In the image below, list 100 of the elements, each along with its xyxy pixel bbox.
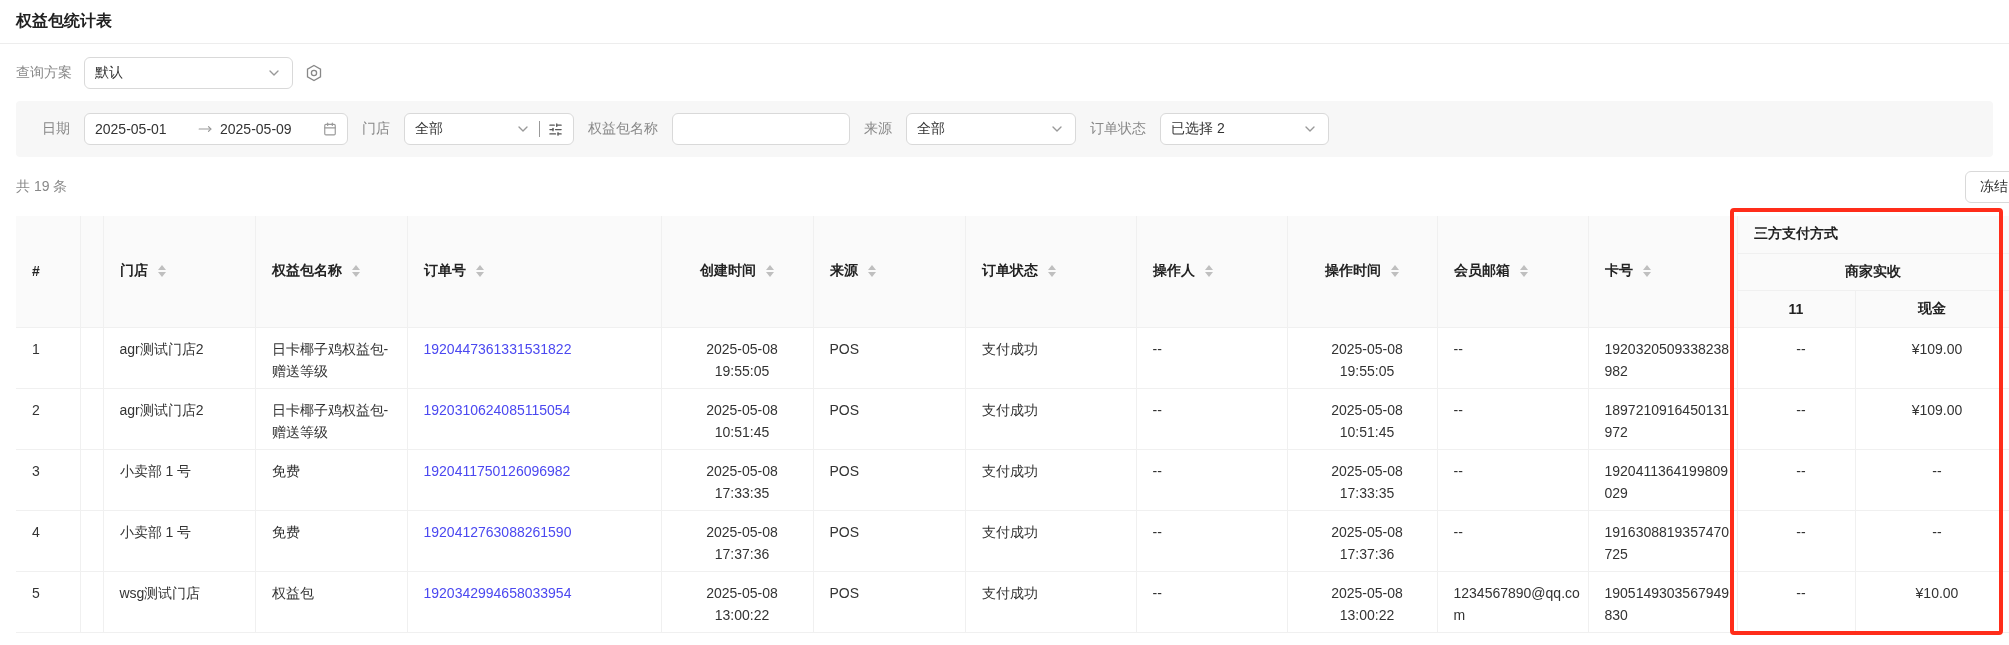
table-cell: ¥109.00 bbox=[1911, 401, 1963, 418]
table-cell: -- bbox=[1453, 401, 1463, 418]
total-count: 共 19 条 bbox=[16, 178, 68, 196]
filter-label: 权益包名称 bbox=[588, 120, 658, 138]
table-cell: -- bbox=[1453, 523, 1463, 540]
table-cell: -- bbox=[1453, 462, 1463, 479]
table-cell: -- bbox=[1932, 462, 1942, 479]
table-cell: -- bbox=[1796, 584, 1806, 601]
table-cell: 2025-05-08 17:37:36 bbox=[706, 523, 778, 562]
table-cell: agr测试门店2 bbox=[119, 401, 204, 418]
sort-icon[interactable] bbox=[351, 265, 360, 278]
column-header: 现金 bbox=[1855, 290, 2009, 327]
filter-label: 来源 bbox=[864, 120, 892, 138]
column-header: 11 bbox=[1737, 290, 1855, 327]
table-cell: 2025-05-08 19:55:05 bbox=[1331, 340, 1403, 379]
query-scheme-select[interactable]: 默认 bbox=[84, 57, 293, 89]
sort-icon[interactable] bbox=[1519, 265, 1528, 278]
column-header[interactable]: 操作时间 bbox=[1287, 216, 1437, 327]
sort-icon[interactable] bbox=[1642, 265, 1651, 278]
table-cell: 支付成功 bbox=[981, 340, 1038, 357]
table-cell: POS bbox=[829, 584, 860, 601]
column-header[interactable]: 订单状态 bbox=[965, 216, 1136, 327]
sort-icon[interactable] bbox=[766, 265, 774, 278]
table-cell: POS bbox=[829, 401, 860, 418]
column-header[interactable]: 门店 bbox=[103, 216, 255, 327]
select-field[interactable]: 全部 bbox=[906, 113, 1076, 145]
table-cell: 免费 bbox=[271, 523, 300, 540]
table-cell: 1920411364199809029 bbox=[1604, 462, 1729, 501]
table-cell: ¥109.00 bbox=[1911, 340, 1963, 357]
select-field[interactable]: 全部 bbox=[404, 113, 574, 145]
filter-label: 日期 bbox=[42, 120, 70, 138]
table-cell: 2025-05-08 10:51:45 bbox=[1331, 401, 1403, 440]
table-cell: -- bbox=[1152, 584, 1162, 601]
table-cell: 1234567890@qq.com bbox=[1453, 584, 1580, 623]
settings-icon[interactable] bbox=[305, 64, 323, 82]
table-cell: 2025-05-08 17:33:35 bbox=[706, 462, 778, 501]
table-cell: 日卡椰子鸡权益包-赠送等级 bbox=[271, 340, 389, 379]
sort-icon[interactable] bbox=[867, 265, 876, 278]
calendar-icon bbox=[323, 122, 337, 136]
freeze-button[interactable]: 冻结 bbox=[1965, 171, 2009, 203]
filter-label: 门店 bbox=[362, 120, 390, 138]
table-cell: 5 bbox=[32, 584, 40, 601]
table-cell: 支付成功 bbox=[981, 401, 1038, 418]
table-cell: 4 bbox=[32, 523, 40, 540]
table-cell: 2025-05-08 17:33:35 bbox=[1331, 462, 1403, 501]
table-cell: 2025-05-08 13:00:22 bbox=[1331, 584, 1403, 623]
order-number-link[interactable]: 1920310624085115054 bbox=[423, 401, 571, 418]
table-cell: 支付成功 bbox=[981, 584, 1038, 601]
table-cell: 小卖部 1 号 bbox=[119, 462, 192, 479]
table-cell: -- bbox=[1932, 523, 1942, 540]
table-cell: POS bbox=[829, 340, 860, 357]
column-group-header: 三方支付方式 bbox=[1737, 216, 2009, 253]
table-cell: -- bbox=[1453, 340, 1463, 357]
table-cell: 免费 bbox=[271, 462, 300, 479]
table-cell: 2025-05-08 13:00:22 bbox=[706, 584, 778, 623]
table-cell: 1 bbox=[32, 340, 40, 357]
table-cell: wsg测试门店 bbox=[119, 584, 201, 601]
table-cell: -- bbox=[1152, 340, 1162, 357]
order-number-link[interactable]: 1920342994658033954 bbox=[423, 584, 572, 601]
table-cell: 小卖部 1 号 bbox=[119, 523, 192, 540]
sort-icon[interactable] bbox=[1391, 265, 1399, 278]
table-cell: 权益包 bbox=[271, 584, 314, 601]
table-cell: -- bbox=[1152, 462, 1162, 479]
sliders-icon[interactable] bbox=[548, 121, 563, 137]
sort-icon[interactable] bbox=[1047, 265, 1056, 278]
table-cell: agr测试门店2 bbox=[119, 340, 204, 357]
table-cell: 1897210916450131972 bbox=[1604, 401, 1730, 440]
sort-icon[interactable] bbox=[1204, 265, 1213, 278]
date-range-field[interactable]: 2025-05-01 2025-05-09 bbox=[84, 113, 348, 145]
sort-icon[interactable] bbox=[157, 265, 166, 278]
column-group-header: 商家实收 bbox=[1737, 253, 2009, 290]
table-cell: 2025-05-08 10:51:45 bbox=[706, 401, 778, 440]
table-cell: 3 bbox=[32, 462, 40, 479]
table-cell: 日卡椰子鸡权益包-赠送等级 bbox=[271, 401, 389, 440]
table-cell: 2 bbox=[32, 401, 40, 418]
table-cell: 2025-05-08 17:37:36 bbox=[1331, 523, 1403, 562]
column-header: # bbox=[16, 216, 80, 327]
table-cell: POS bbox=[829, 462, 860, 479]
column-header[interactable]: 创建时间 bbox=[661, 216, 813, 327]
table-cell: -- bbox=[1796, 462, 1806, 479]
table-cell: -- bbox=[1796, 340, 1806, 357]
column-header[interactable]: 会员邮箱 bbox=[1437, 216, 1588, 327]
input-field[interactable] bbox=[672, 113, 850, 145]
filter-label: 订单状态 bbox=[1090, 120, 1146, 138]
order-number-link[interactable]: 1920411750126096982 bbox=[423, 462, 571, 479]
table-cell: 支付成功 bbox=[981, 523, 1038, 540]
table-cell: -- bbox=[1152, 401, 1162, 418]
column-header[interactable]: 卡号 bbox=[1588, 216, 1737, 327]
select-field[interactable]: 已选择 2 bbox=[1160, 113, 1329, 145]
table-cell: POS bbox=[829, 523, 860, 540]
sort-icon[interactable] bbox=[475, 265, 484, 278]
column-header[interactable]: 来源 bbox=[813, 216, 965, 327]
table-cell: 2025-05-08 19:55:05 bbox=[706, 340, 778, 379]
table-cell: -- bbox=[1152, 523, 1162, 540]
table-cell: -- bbox=[1796, 401, 1806, 418]
column-header[interactable]: 订单号 bbox=[407, 216, 661, 327]
order-number-link[interactable]: 1920412763088261590 bbox=[423, 523, 572, 540]
column-header[interactable]: 操作人 bbox=[1136, 216, 1287, 327]
column-header[interactable]: 权益包名称 bbox=[255, 216, 407, 327]
order-number-link[interactable]: 1920447361331531822 bbox=[423, 340, 572, 357]
